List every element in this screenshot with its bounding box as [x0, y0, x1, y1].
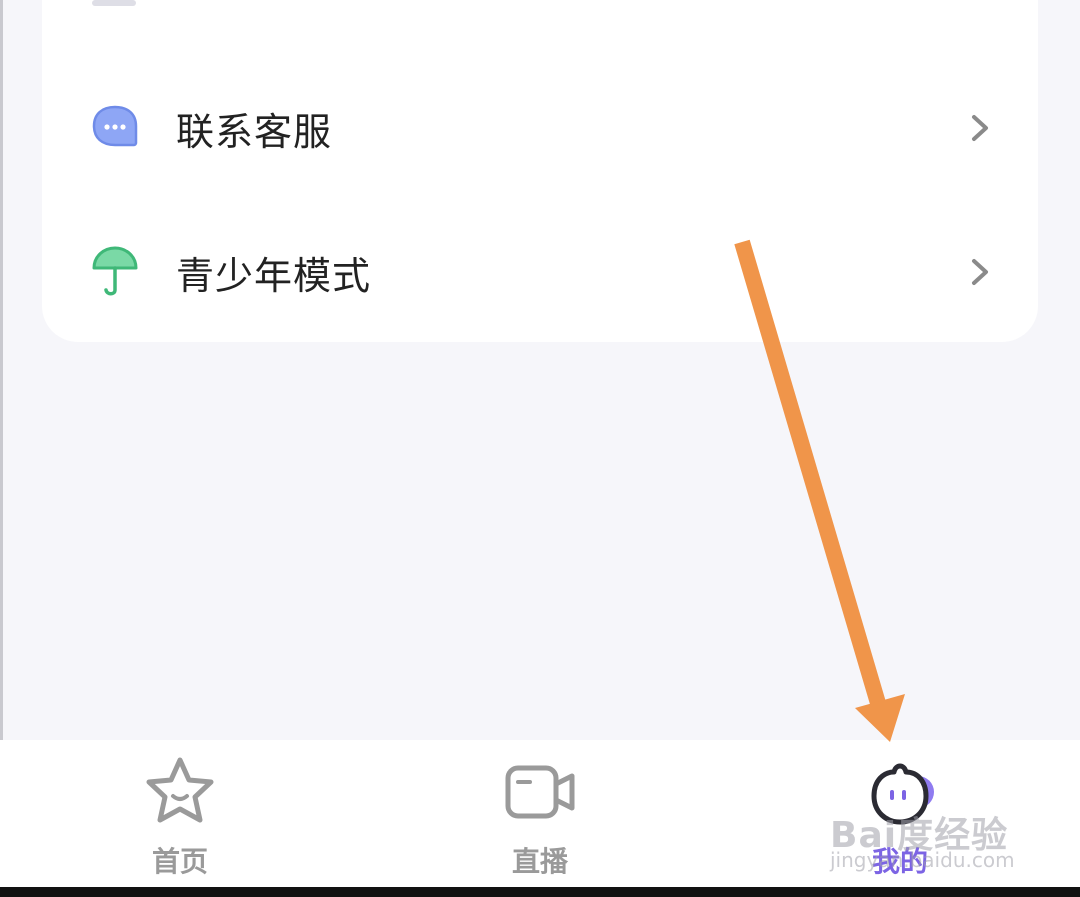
umbrella-icon: [92, 246, 138, 296]
video-camera-icon: [505, 765, 575, 819]
system-bottom-bar: [0, 887, 1080, 897]
menu-item-customer-service[interactable]: 联系客服: [42, 68, 1038, 188]
chevron-right-icon: [972, 259, 988, 285]
menu-item-label: 联系客服: [176, 109, 333, 154]
tab-label: 首页: [151, 845, 208, 878]
watermark-sub-text: jingyan.baidu.com: [830, 848, 1015, 872]
tab-label: 直播: [511, 845, 568, 878]
chat-bubble-icon: [92, 105, 138, 147]
previous-item-fragment: [92, 0, 136, 6]
menu-item-youth-mode[interactable]: 青少年模式: [42, 212, 1038, 332]
tab-live[interactable]: 直播: [440, 740, 640, 887]
tab-home[interactable]: 首页: [80, 740, 280, 887]
star-face-icon: [146, 757, 214, 823]
chevron-right-icon: [972, 115, 988, 141]
screen-left-edge: [0, 0, 3, 740]
watermark: Bai度经验 jingyan.baidu.com: [830, 806, 1030, 872]
menu-item-label: 青少年模式: [176, 253, 372, 298]
